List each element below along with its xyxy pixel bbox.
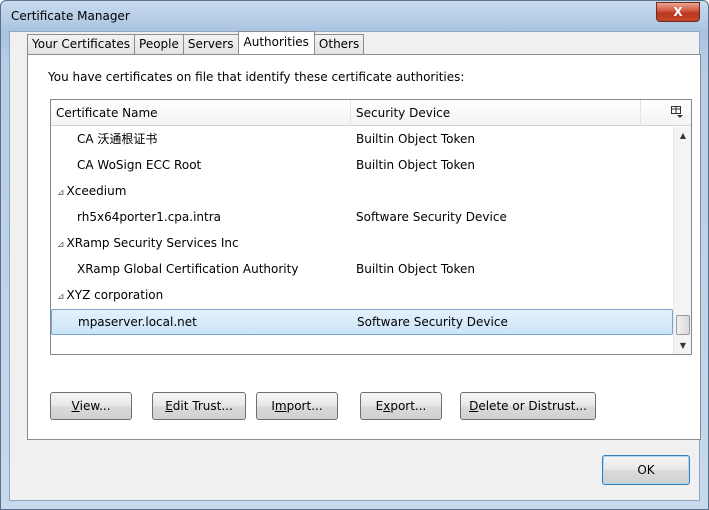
tree-row-group[interactable]: ⊿ XRamp Security Services Inc [51, 231, 673, 257]
cert-name: CA WoSign ECC Root [77, 158, 202, 172]
tab-servers[interactable]: Servers [182, 34, 239, 54]
window-title: Certificate Manager [11, 9, 130, 23]
group-label: ⊿ XYZ corporation [57, 283, 163, 309]
tree-row-group[interactable]: ⊿ XYZ corporation [51, 283, 673, 309]
expanded-twisty-icon[interactable]: ⊿ [57, 233, 65, 257]
edit-trust-label-rest: dit Trust... [172, 399, 233, 413]
cert-name: CA 沃通根证书 [77, 132, 158, 146]
tree-row-cert-selected[interactable]: mpaserver.local.net Software Security De… [51, 309, 673, 335]
title-bar[interactable]: Certificate Manager X [1, 1, 708, 31]
cert-device: Builtin Object Token [356, 262, 476, 276]
delete-label-rest: elete or Distrust... [478, 399, 587, 413]
tab-people[interactable]: People [134, 34, 184, 54]
export-button[interactable]: Ex port... [360, 392, 442, 420]
cert-device: Builtin Object Token [356, 132, 476, 146]
tree-row-cert[interactable]: XRamp Global Certification Authority Bui… [51, 257, 673, 283]
view-label-rest: iew... [79, 399, 111, 413]
tab-others[interactable]: Others [313, 34, 365, 54]
scrollbar-thumb[interactable] [676, 315, 690, 335]
delete-mnemonic: D [469, 399, 479, 413]
authorities-panel: You have certificates on file that ident… [27, 54, 701, 440]
tree-header: Certificate Name Security Device [51, 100, 691, 126]
tree-rows: CA 沃通根证书 Builtin Object Token CA WoSign … [51, 127, 673, 335]
scroll-down-arrow-icon[interactable]: ▼ [674, 337, 691, 354]
view-mnemonic: V [71, 399, 80, 413]
expanded-twisty-icon[interactable]: ⊿ [57, 181, 65, 205]
import-mnemonic: m [274, 399, 287, 413]
export-mnemonic: x [383, 399, 391, 413]
cert-name: XRamp Global Certification Authority [77, 262, 299, 276]
column-header-security-device[interactable]: Security Device [351, 100, 641, 126]
group-name: XYZ corporation [66, 288, 164, 302]
group-label: ⊿ Xceedium [57, 179, 126, 205]
cert-device: Software Security Device [357, 315, 508, 329]
certificate-manager-window: Certificate Manager X Your Certificates … [0, 0, 709, 510]
edit-trust-button[interactable]: Edit Trust... [152, 392, 246, 420]
cert-device: Builtin Object Token [356, 158, 476, 172]
tree-scrollbar[interactable]: ▲ ▼ [673, 127, 691, 354]
tree-row-cert[interactable]: CA WoSign ECC Root Builtin Object Token [51, 153, 673, 179]
column-header-certificate-name[interactable]: Certificate Name [51, 100, 351, 126]
edit-trust-mnemonic: E [165, 399, 173, 413]
group-name: Xceedium [66, 184, 127, 198]
tree-row-cert[interactable]: CA 沃通根证书 Builtin Object Token [51, 127, 673, 153]
scroll-up-arrow-icon[interactable]: ▲ [674, 127, 691, 144]
ok-button[interactable]: OK [602, 455, 690, 485]
intro-text: You have certificates on file that ident… [48, 70, 465, 84]
cert-name: mpaserver.local.net [78, 315, 197, 329]
import-label-rest: port... [286, 399, 323, 413]
import-button[interactable]: Im port... [256, 392, 338, 420]
cert-name: rh5x64porter1.cpa.intra [77, 210, 222, 224]
expanded-twisty-icon[interactable]: ⊿ [57, 285, 65, 309]
tree-row-group[interactable]: ⊿ Xceedium [51, 179, 673, 205]
certificate-tree[interactable]: Certificate Name Security Device CA 沃通根证… [50, 99, 692, 355]
view-button[interactable]: View... [50, 392, 132, 420]
group-name: XRamp Security Services Inc [66, 236, 239, 250]
export-label-rest: port... [390, 399, 427, 413]
close-button[interactable]: X [656, 2, 700, 22]
column-picker-icon[interactable] [671, 106, 683, 118]
tab-authorities[interactable]: Authorities [237, 31, 315, 54]
tab-strip: Your Certificates People Servers Authori… [27, 31, 365, 54]
tab-your-certificates[interactable]: Your Certificates [27, 34, 136, 54]
tree-row-cert[interactable]: rh5x64porter1.cpa.intra Software Securit… [51, 205, 673, 231]
export-label-pre: E [375, 399, 384, 413]
group-label: ⊿ XRamp Security Services Inc [57, 231, 239, 257]
delete-or-distrust-button[interactable]: Delete or Distrust... [460, 392, 596, 420]
cert-device: Software Security Device [356, 210, 507, 224]
